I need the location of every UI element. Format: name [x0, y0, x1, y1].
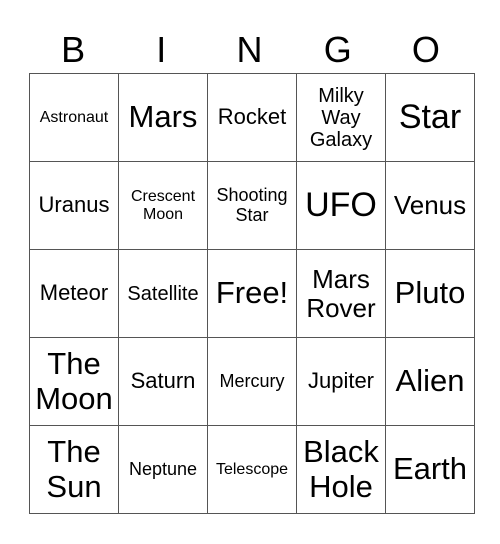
header-letter-n: N: [236, 29, 263, 70]
bingo-cell[interactable]: Satellite: [118, 249, 208, 338]
bingo-cell[interactable]: Milky Way Galaxy: [296, 73, 386, 162]
bingo-cell[interactable]: Mercury: [207, 337, 297, 426]
bingo-cell[interactable]: Telescope: [207, 425, 297, 514]
bingo-cell[interactable]: Mars Rover: [296, 249, 386, 338]
bingo-cell[interactable]: Rocket: [207, 73, 297, 162]
bingo-cell[interactable]: Shooting Star: [207, 161, 297, 250]
header-letter-g: G: [323, 29, 352, 70]
bingo-row: The Sun Neptune Telescope Black Hole Ear…: [29, 425, 475, 514]
bingo-cell[interactable]: Alien: [385, 337, 475, 426]
bingo-cell[interactable]: Star: [385, 73, 475, 162]
bingo-row: Meteor Satellite Free! Mars Rover Pluto: [29, 249, 475, 338]
bingo-row: Uranus Crescent Moon Shooting Star UFO V…: [29, 161, 475, 250]
bingo-cell[interactable]: Venus: [385, 161, 475, 250]
bingo-cell[interactable]: Black Hole: [296, 425, 386, 514]
bingo-cell[interactable]: Astronaut: [29, 73, 119, 162]
bingo-cell[interactable]: Crescent Moon: [118, 161, 208, 250]
header-letter-b: B: [61, 29, 86, 70]
bingo-cell[interactable]: Meteor: [29, 249, 119, 338]
header-letter-i: I: [156, 29, 167, 70]
bingo-cell[interactable]: Uranus: [29, 161, 119, 250]
bingo-row: Astronaut Mars Rocket Milky Way Galaxy S…: [29, 73, 475, 162]
bingo-cell[interactable]: Saturn: [118, 337, 208, 426]
header-letter-o: O: [411, 29, 440, 70]
bingo-cell[interactable]: Pluto: [385, 249, 475, 338]
bingo-cell[interactable]: The Moon: [29, 337, 119, 426]
bingo-cell[interactable]: Mars: [118, 73, 208, 162]
bingo-cell[interactable]: Neptune: [118, 425, 208, 514]
bingo-cell[interactable]: Jupiter: [296, 337, 386, 426]
bingo-cell[interactable]: Earth: [385, 425, 475, 514]
bingo-header: B I N G O: [29, 28, 470, 72]
bingo-card: Astronaut Mars Rocket Milky Way Galaxy S…: [29, 73, 475, 514]
bingo-cell-free[interactable]: Free!: [207, 249, 297, 338]
bingo-row: The Moon Saturn Mercury Jupiter Alien: [29, 337, 475, 426]
bingo-cell[interactable]: UFO: [296, 161, 386, 250]
bingo-cell[interactable]: The Sun: [29, 425, 119, 514]
